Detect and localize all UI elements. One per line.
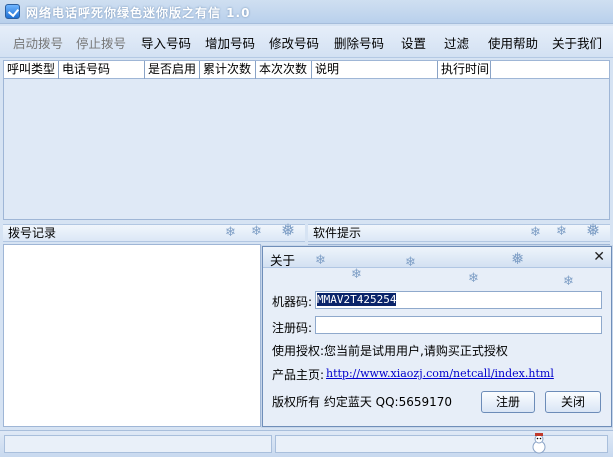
about-dialog: 关于 ✕ ❄ ❄ ❄ ❄ ❅ ❄ 机器码: MMAV2T425254 注册码: …	[262, 246, 612, 427]
homepage-label: 产品主页:	[272, 368, 325, 382]
snowflake-icon: ❅	[281, 221, 296, 241]
snowflake-icon: ❄	[351, 267, 362, 282]
settings-button[interactable]: 设置	[401, 33, 426, 52]
license-label: 使用授权:	[272, 344, 325, 358]
start-dial-button[interactable]: 启动拨号	[13, 33, 63, 52]
snowflake-icon: ❄	[468, 271, 479, 286]
list-header: 呼叫类型 电话号码 是否启用 累计次数 本次次数 说明 执行时间	[4, 61, 609, 79]
status-segment	[275, 435, 608, 453]
dial-log-title: 拨号记录	[8, 226, 57, 240]
status-segment	[4, 435, 272, 453]
column-header[interactable]: 执行时间	[438, 61, 491, 79]
delete-number-button[interactable]: 删除号码	[334, 33, 384, 52]
status-bar	[0, 430, 613, 457]
column-header[interactable]: 本次次数	[256, 61, 312, 79]
license-value: 您当前是试用用户,请购买正式授权	[324, 344, 508, 358]
homepage-link[interactable]: http://www.xiaozj.com/netcall/index.html	[326, 367, 554, 380]
column-header[interactable]: 呼叫类型	[4, 61, 59, 79]
machine-code-field[interactable]: MMAV2T425254	[315, 291, 602, 309]
license-info: 使用授权:您当前是试用用户,请购买正式授权	[272, 342, 508, 359]
machine-code-value: MMAV2T425254	[317, 293, 397, 306]
snowflake-icon: ❅	[586, 221, 601, 241]
software-tips-header: 软件提示 ❄ ❄ ❅	[308, 221, 610, 242]
dial-log-header: 拨号记录 ❄ ❄ ❅	[3, 221, 305, 242]
title-bar: 网络电话呼死你绿色迷你版之有信 1.0	[0, 0, 613, 24]
snowflake-icon: ❄	[405, 255, 416, 270]
close-button[interactable]: 关闭	[545, 391, 601, 413]
toolbar: 启动拨号 停止拨号 导入号码 增加号码 修改号码 删除号码 设置 过滤 使用帮助…	[0, 26, 613, 58]
column-header[interactable]: 累计次数	[200, 61, 256, 79]
column-header[interactable]: 说明	[312, 61, 438, 79]
snowflake-icon: ❄	[315, 253, 326, 268]
copyright-text: 版权所有 约定蓝天 QQ:5659170	[272, 395, 453, 409]
column-header[interactable]: 电话号码	[59, 61, 145, 79]
dialog-title: 关于	[270, 253, 296, 268]
snowflake-icon: ❄	[225, 225, 236, 240]
window-title: 网络电话呼死你绿色迷你版之有信 1.0	[26, 6, 251, 20]
snowman-icon	[528, 432, 550, 454]
filter-button[interactable]: 过滤	[444, 33, 469, 52]
snowflake-icon: ❄	[251, 224, 262, 239]
software-tips-title: 软件提示	[313, 226, 362, 240]
register-button[interactable]: 注册	[481, 391, 535, 413]
about-us-button[interactable]: 关于我们	[552, 33, 602, 52]
stop-dial-button[interactable]: 停止拨号	[76, 33, 126, 52]
close-icon[interactable]: ✕	[593, 249, 605, 265]
import-numbers-button[interactable]: 导入号码	[141, 33, 191, 52]
app-check-icon	[5, 4, 20, 19]
machine-code-label: 机器码:	[272, 295, 313, 309]
snowflake-icon: ❄	[530, 225, 541, 240]
help-button[interactable]: 使用帮助	[488, 33, 538, 52]
snowflake-icon: ❅	[511, 249, 525, 268]
snowflake-icon: ❄	[563, 274, 574, 289]
register-code-label: 注册码:	[272, 321, 313, 335]
numbers-list[interactable]: 呼叫类型 电话号码 是否启用 累计次数 本次次数 说明 执行时间	[3, 60, 610, 220]
column-header[interactable]: 是否启用	[145, 61, 200, 79]
edit-number-button[interactable]: 修改号码	[269, 33, 319, 52]
snowflake-icon: ❄	[556, 224, 567, 239]
dial-log-area[interactable]	[3, 244, 261, 427]
register-code-field[interactable]	[315, 316, 602, 334]
add-number-button[interactable]: 增加号码	[205, 33, 255, 52]
